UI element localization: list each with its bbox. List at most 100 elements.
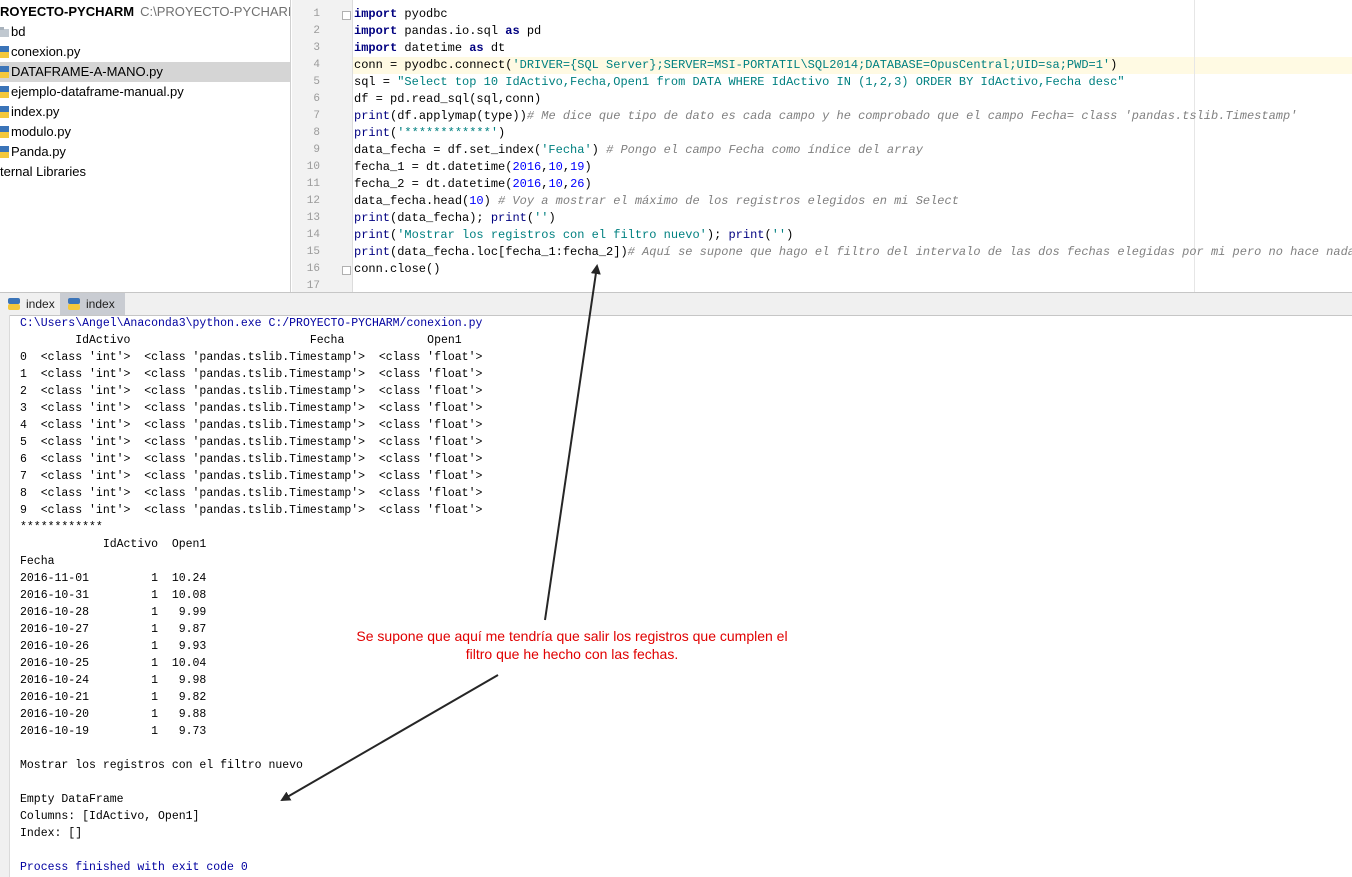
line-number: 9 xyxy=(313,144,320,156)
line-number: 2 xyxy=(313,25,320,37)
code-line: data_fecha = df.set_index('Fecha') # Pon… xyxy=(354,143,923,157)
tree-item[interactable]: index.py xyxy=(0,102,290,122)
tree-item-label: DATAFRAME-A-MANO.py xyxy=(11,64,163,79)
run-tab-index[interactable]: index xyxy=(60,293,125,315)
console-line: IdActivo Fecha Open1 xyxy=(20,334,462,347)
line-number: 16 xyxy=(306,263,320,275)
line-number: 7 xyxy=(313,110,320,122)
code-line: print(data_fecha.loc[fecha_1:fecha_2])# … xyxy=(354,245,1352,259)
python-file-icon xyxy=(0,146,9,158)
project-name: ROYECTO-PYCHARM xyxy=(0,4,135,19)
line-number: 15 xyxy=(306,246,320,258)
python-file-icon xyxy=(0,46,9,58)
console-line: 5 <class 'int'> <class 'pandas.tslib.Tim… xyxy=(20,436,483,449)
console-line: Mostrar los registros con el filtro nuev… xyxy=(20,759,303,772)
python-file-icon xyxy=(0,66,9,78)
tree-item[interactable]: Panda.py xyxy=(0,142,290,162)
console-line: 7 <class 'int'> <class 'pandas.tslib.Tim… xyxy=(20,470,483,483)
line-number: 14 xyxy=(306,229,320,241)
tree-item-label: Panda.py xyxy=(11,144,66,159)
project-path: C:\PROYECTO-PYCHARM xyxy=(140,4,291,19)
code-line: import datetime as dt xyxy=(354,41,506,55)
line-number: 8 xyxy=(313,127,320,139)
run-tab-index[interactable]: index xyxy=(0,293,65,315)
project-root[interactable]: ROYECTO-PYCHARM C:\PROYECTO-PYCHARM xyxy=(0,4,291,20)
console-line: Process finished with exit code 0 xyxy=(20,861,248,874)
console-line: 2016-10-20 1 9.88 xyxy=(20,708,207,721)
tree-item[interactable]: modulo.py xyxy=(0,122,290,142)
run-toolbar xyxy=(0,315,10,877)
project-tree: ROYECTO-PYCHARM C:\PROYECTO-PYCHARM bd con… xyxy=(0,0,291,292)
code-line: import pandas.io.sql as pd xyxy=(354,24,542,38)
code-line: conn = pyodbc.connect('DRIVER={SQL Serve… xyxy=(354,58,1118,72)
run-console[interactable]: C:\Users\Angel\Anaconda3\python.exe C:/P… xyxy=(20,315,1340,875)
line-number: 17 xyxy=(306,280,320,292)
tree-item-label: index.py xyxy=(11,104,60,119)
python-file-icon xyxy=(0,126,9,138)
console-line: Index: [] xyxy=(20,827,83,840)
tree-item-label: conexion.py xyxy=(11,44,81,59)
line-number: 11 xyxy=(306,178,320,190)
console-line: ************ xyxy=(20,521,103,534)
python-icon xyxy=(68,298,80,310)
tab-label: index xyxy=(86,297,115,311)
line-number: 4 xyxy=(313,59,320,71)
code-line: fecha_1 = dt.datetime(2016,10,19) xyxy=(354,160,592,174)
code-line: import pyodbc xyxy=(354,7,448,21)
code-line: print('************') xyxy=(354,126,506,140)
console-line: 2016-10-31 1 10.08 xyxy=(20,589,207,602)
tree-item[interactable]: DATAFRAME-A-MANO.py xyxy=(0,62,290,82)
code-line: print('Mostrar los registros con el filt… xyxy=(354,228,794,242)
annotation-line-2: filtro que he hecho con las fechas. xyxy=(465,646,679,662)
console-line: 1 <class 'int'> <class 'pandas.tslib.Tim… xyxy=(20,368,483,381)
console-line: 6 <class 'int'> <class 'pandas.tslib.Tim… xyxy=(20,453,483,466)
console-line: 2016-10-24 1 9.98 xyxy=(20,674,207,687)
console-line: 9 <class 'int'> <class 'pandas.tslib.Tim… xyxy=(20,504,483,517)
line-number: 6 xyxy=(313,93,320,105)
folder-icon xyxy=(0,27,9,37)
code-editor[interactable]: import pyodbc import pandas.io.sql as pd i… xyxy=(353,0,1352,292)
console-line: Columns: [IdActivo, Open1] xyxy=(20,810,200,823)
code-line: print(data_fecha); print('') xyxy=(354,211,556,225)
console-line: 2016-10-25 1 10.04 xyxy=(20,657,207,670)
code-line: sql = "Select top 10 IdActivo,Fecha,Open… xyxy=(354,75,1125,89)
console-line: IdActivo Open1 xyxy=(20,538,207,551)
tree-item-label: modulo.py xyxy=(11,124,71,139)
console-line: 2 <class 'int'> <class 'pandas.tslib.Tim… xyxy=(20,385,483,398)
console-line: 0 <class 'int'> <class 'pandas.tslib.Tim… xyxy=(20,351,483,364)
code-line: fecha_2 = dt.datetime(2016,10,26) xyxy=(354,177,592,191)
fold-marker-icon[interactable] xyxy=(342,266,351,275)
console-line: 2016-11-01 1 10.24 xyxy=(20,572,207,585)
python-file-icon xyxy=(0,106,9,118)
python-file-icon xyxy=(0,86,9,98)
code-line: print(df.applymap(type))# Me dice que ti… xyxy=(354,109,1298,123)
tree-item[interactable]: bd xyxy=(0,22,290,42)
annotation-line-1: Se supone que aquí me tendría que salir … xyxy=(356,628,788,644)
console-line: Fecha xyxy=(20,555,55,568)
console-line: 2016-10-21 1 9.82 xyxy=(20,691,207,704)
code-line: conn.close() xyxy=(354,262,441,276)
fold-marker-icon[interactable] xyxy=(342,11,351,20)
line-number: 10 xyxy=(306,161,320,173)
tree-item[interactable]: ejemplo-dataframe-manual.py xyxy=(0,82,290,102)
tree-item-label: bd xyxy=(11,24,26,39)
console-line: 3 <class 'int'> <class 'pandas.tslib.Tim… xyxy=(20,402,483,415)
line-number: 13 xyxy=(306,212,320,224)
tree-item-label: ternal Libraries xyxy=(0,164,86,179)
tree-item-label: ejemplo-dataframe-manual.py xyxy=(11,84,184,99)
python-icon xyxy=(8,298,20,310)
line-number: 3 xyxy=(313,42,320,54)
console-line: 4 <class 'int'> <class 'pandas.tslib.Tim… xyxy=(20,419,483,432)
line-number: 5 xyxy=(313,76,320,88)
code-line: df = pd.read_sql(sql,conn) xyxy=(354,92,542,106)
tab-label: index xyxy=(26,297,55,311)
annotation-text: Se supone que aquí me tendría que salir … xyxy=(326,627,818,663)
tree-item[interactable]: ternal Libraries xyxy=(0,162,290,182)
line-number: 12 xyxy=(306,195,320,207)
tree-item[interactable]: conexion.py xyxy=(0,42,290,62)
console-line: C:\Users\Angel\Anaconda3\python.exe C:/P… xyxy=(20,317,483,330)
console-line: Empty DataFrame xyxy=(20,793,124,806)
code-line: data_fecha.head(10) # Voy a mostrar el m… xyxy=(354,194,959,208)
console-line: 2016-10-28 1 9.99 xyxy=(20,606,207,619)
console-line: 2016-10-26 1 9.93 xyxy=(20,640,207,653)
